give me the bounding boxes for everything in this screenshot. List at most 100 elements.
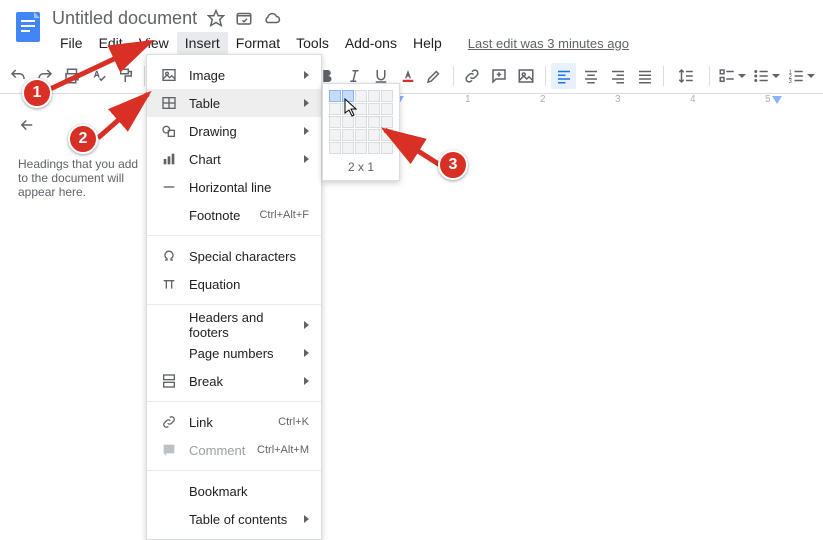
menu-item-table[interactable]: Table: [147, 89, 321, 117]
menu-item-equation[interactable]: Equation: [147, 270, 321, 298]
numbered-list-button[interactable]: 123: [785, 63, 818, 89]
menu-item-label: Drawing: [189, 124, 298, 139]
menu-item-label: Page numbers: [189, 346, 298, 361]
table-cell[interactable]: [342, 103, 354, 115]
table-cell[interactable]: [368, 103, 380, 115]
table-cell[interactable]: [342, 90, 354, 102]
menu-view[interactable]: View: [131, 32, 177, 54]
comment-add-icon: [159, 442, 179, 458]
table-cell[interactable]: [329, 142, 341, 154]
table-cell[interactable]: [342, 129, 354, 141]
checklist-button[interactable]: [716, 63, 749, 89]
ruler-right-indent-icon[interactable]: [772, 96, 782, 106]
table-cell[interactable]: [329, 103, 341, 115]
highlight-button[interactable]: [422, 63, 447, 89]
table-cell[interactable]: [381, 142, 393, 154]
table-cell[interactable]: [329, 90, 341, 102]
table-cell[interactable]: [381, 90, 393, 102]
table-cell[interactable]: [342, 116, 354, 128]
table-cell[interactable]: [368, 116, 380, 128]
insert-comment-button[interactable]: [487, 63, 512, 89]
menu-item-image[interactable]: Image: [147, 61, 321, 89]
menu-bar: File Edit View Insert Format Tools Add-o…: [52, 32, 629, 54]
menu-format[interactable]: Format: [228, 32, 288, 54]
menu-item-shortcut: Ctrl+Alt+M: [257, 444, 309, 456]
menu-item-special-characters[interactable]: Special characters: [147, 242, 321, 270]
table-cell[interactable]: [368, 129, 380, 141]
menu-item-break[interactable]: Break: [147, 367, 321, 395]
align-justify-button[interactable]: [632, 63, 657, 89]
menu-item-drawing[interactable]: Drawing: [147, 117, 321, 145]
cloud-status-icon[interactable]: [263, 9, 281, 27]
menu-item-horizontal-line[interactable]: Horizontal line: [147, 173, 321, 201]
submenu-arrow-icon: [304, 155, 309, 163]
menu-item-chart[interactable]: Chart: [147, 145, 321, 173]
align-right-button[interactable]: [605, 63, 630, 89]
submenu-arrow-icon: [304, 127, 309, 135]
align-center-button[interactable]: [578, 63, 603, 89]
document-title[interactable]: Untitled document: [52, 8, 197, 29]
menu-item-shortcut: Ctrl+Alt+F: [259, 209, 309, 221]
table-cell[interactable]: [381, 129, 393, 141]
menu-item-table-of-contents[interactable]: Table of contents: [147, 505, 321, 533]
bulleted-list-button[interactable]: [750, 63, 783, 89]
table-cell[interactable]: [355, 116, 367, 128]
menu-edit[interactable]: Edit: [91, 32, 131, 54]
menu-item-link[interactable]: Link Ctrl+K: [147, 408, 321, 436]
menu-item-label: Equation: [189, 277, 309, 292]
last-edit-link[interactable]: Last edit was 3 minutes ago: [468, 36, 629, 51]
table-cell[interactable]: [355, 90, 367, 102]
menu-addons[interactable]: Add-ons: [337, 32, 405, 54]
menu-item-label: Headers and footers: [189, 310, 298, 340]
table-cell[interactable]: [381, 103, 393, 115]
paint-format-button[interactable]: [114, 63, 139, 89]
menu-item-bookmark[interactable]: Bookmark: [147, 477, 321, 505]
table-cell[interactable]: [355, 142, 367, 154]
menu-item-headers-footers[interactable]: Headers and footers: [147, 311, 321, 339]
menu-help[interactable]: Help: [405, 32, 450, 54]
line-spacing-button[interactable]: [670, 63, 703, 89]
link-icon: [159, 414, 179, 430]
drawing-icon: [159, 123, 179, 139]
star-icon[interactable]: [207, 9, 225, 27]
ruler-tick: 5: [765, 94, 771, 105]
insert-link-button[interactable]: [460, 63, 485, 89]
table-cell[interactable]: [368, 142, 380, 154]
chart-icon: [159, 151, 179, 167]
move-icon[interactable]: [235, 9, 253, 27]
image-icon: [159, 67, 179, 83]
table-cell[interactable]: [329, 129, 341, 141]
table-cell[interactable]: [355, 103, 367, 115]
table-cell[interactable]: [381, 116, 393, 128]
omega-icon: [159, 248, 179, 264]
submenu-arrow-icon: [304, 321, 309, 329]
menu-tools[interactable]: Tools: [288, 32, 337, 54]
table-cell[interactable]: [342, 142, 354, 154]
submenu-arrow-icon: [304, 515, 309, 523]
table-cell[interactable]: [368, 90, 380, 102]
menu-item-label: Comment: [189, 443, 257, 458]
print-button[interactable]: [60, 63, 85, 89]
svg-text:3: 3: [788, 78, 792, 84]
menu-item-label: Footnote: [189, 208, 259, 223]
annotation-badge-2: 2: [68, 124, 98, 154]
toolbar: 11 123: [0, 58, 823, 94]
menu-insert[interactable]: Insert: [177, 32, 228, 54]
table-cell[interactable]: [355, 129, 367, 141]
table-picker-size-label: 2 x 1: [329, 160, 393, 174]
submenu-arrow-icon: [304, 349, 309, 357]
insert-image-button[interactable]: [514, 63, 539, 89]
align-left-button[interactable]: [551, 63, 576, 89]
menu-item-footnote[interactable]: Footnote Ctrl+Alt+F: [147, 201, 321, 229]
docs-logo-icon[interactable]: [10, 8, 46, 44]
table-cell[interactable]: [329, 116, 341, 128]
menu-item-label: Special characters: [189, 249, 309, 264]
spellcheck-button[interactable]: [87, 63, 112, 89]
menu-file[interactable]: File: [52, 32, 91, 54]
table-size-picker[interactable]: 2 x 1: [322, 83, 400, 181]
break-icon: [159, 373, 179, 389]
ruler-tick: 2: [540, 94, 546, 105]
table-picker-grid[interactable]: [329, 90, 393, 154]
submenu-arrow-icon: [304, 377, 309, 385]
menu-item-page-numbers[interactable]: Page numbers: [147, 339, 321, 367]
